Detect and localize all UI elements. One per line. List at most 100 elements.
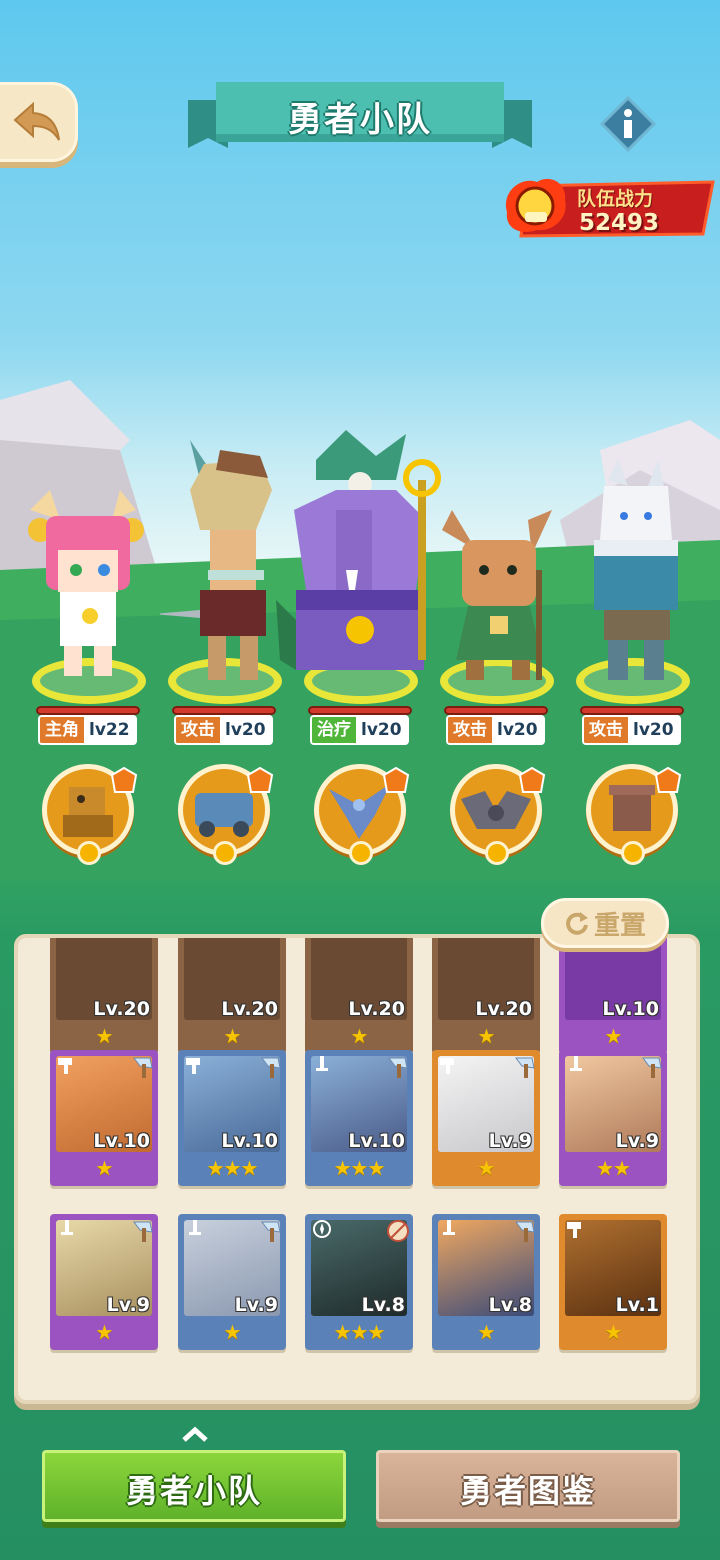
hero-card-stars: ★★	[596, 1156, 631, 1180]
hero-level: lv20	[628, 717, 679, 743]
hero-slot-5[interactable]: 攻击 lv20	[568, 420, 698, 750]
info-icon	[599, 95, 657, 153]
hero-role-tag: 攻击 lv20	[446, 715, 545, 745]
hero-card[interactable]: Lv.9 ★★	[559, 1050, 667, 1186]
tab-hero-team[interactable]: 勇者小队	[42, 1450, 346, 1522]
hero-level: lv20	[220, 717, 271, 743]
hp-bar	[172, 706, 276, 715]
hero-card-level: Lv.20	[475, 998, 532, 1020]
pet-slot-4[interactable]	[450, 764, 545, 865]
tab-hero-codex-label: 勇者图鉴	[459, 1472, 596, 1510]
sword-class-icon	[61, 1220, 73, 1235]
hero-card[interactable]: Lv.9 ★	[50, 1214, 158, 1350]
hero-card-level: Lv.20	[221, 998, 278, 1020]
hero-role: 攻击	[176, 717, 220, 743]
axe-icon	[515, 1221, 535, 1242]
hero-card-level: Lv.9	[106, 1294, 150, 1316]
tab-hero-codex[interactable]: 勇者图鉴	[376, 1450, 680, 1522]
axe-icon	[642, 1057, 662, 1078]
hero-card-stars: ★	[477, 1320, 496, 1344]
hammer-class-icon	[567, 1222, 581, 1238]
hp-bar	[36, 706, 140, 715]
hero-role-tag: 攻击 lv20	[582, 715, 681, 745]
upgrade-badge-icon	[111, 767, 137, 793]
target-icon	[387, 1220, 409, 1242]
hero-card-level: Lv.8	[488, 1294, 532, 1316]
hero-card-level: Lv.10	[93, 1130, 150, 1152]
hero-card[interactable]: Lv.20 ★	[432, 938, 540, 1054]
compass-class-icon	[313, 1220, 331, 1238]
pet-slot-1[interactable]	[42, 764, 137, 865]
hero-card[interactable]: Lv.8 ★★★	[305, 1214, 413, 1350]
upgrade-badge-icon	[247, 767, 273, 793]
hero-card-level: Lv.20	[93, 998, 150, 1020]
upgrade-badge-icon	[383, 767, 409, 793]
title-banner: 勇者小队	[188, 82, 532, 154]
hero-card[interactable]: Lv.20 ★	[178, 938, 286, 1054]
hammer-class-icon	[186, 1058, 200, 1074]
reset-label: 重置	[593, 910, 646, 941]
hero-card[interactable]: Lv.10 ★	[559, 938, 667, 1054]
hero-card[interactable]: Lv.10 ★★★	[178, 1050, 286, 1186]
sword-class-icon	[189, 1220, 201, 1235]
hero-slot-3[interactable]: 治疗 lv20	[276, 420, 441, 750]
hero-card-stars: ★	[223, 1024, 242, 1048]
hero-card[interactable]: Lv.9 ★	[432, 1050, 540, 1186]
hero-card[interactable]: Lv.9 ★	[178, 1214, 286, 1350]
hero-portrait-fox-ranger	[442, 510, 552, 680]
hp-bar	[444, 706, 548, 715]
axe-icon	[133, 1057, 153, 1078]
hero-card-stars: ★	[604, 1024, 623, 1048]
hp-bar	[308, 706, 412, 715]
hero-card-level: Lv.9	[234, 1294, 278, 1316]
hero-card-stars: ★★★	[333, 1156, 386, 1180]
sword-class-icon	[570, 1056, 582, 1071]
sword-class-icon	[443, 1220, 455, 1235]
info-button[interactable]	[599, 95, 657, 153]
hero-card-stars: ★★★	[333, 1320, 386, 1344]
hero-portrait-lynx-rogue	[160, 440, 272, 680]
hero-slot-1[interactable]: 主角 lv22	[24, 420, 154, 750]
axe-icon	[261, 1057, 281, 1078]
hero-portrait-elephant-healer	[276, 430, 441, 670]
hero-card-level: Lv.8	[361, 1294, 405, 1316]
reset-button[interactable]: 重置	[541, 898, 669, 948]
hero-level: lv22	[84, 717, 135, 743]
swap-arrow-icon	[213, 841, 237, 865]
hero-portrait-fox-girl	[28, 490, 144, 676]
upgrade-badge-icon	[655, 767, 681, 793]
pet-slot-5[interactable]	[586, 764, 681, 865]
hero-slot-2[interactable]: 攻击 lv20	[160, 420, 290, 750]
axe-icon	[388, 1057, 408, 1078]
pet-slot-3[interactable]	[314, 764, 409, 865]
hero-card-level: Lv.9	[488, 1130, 532, 1152]
sword-class-icon	[316, 1056, 328, 1071]
hero-card-level: Lv.10	[602, 998, 659, 1020]
page-title: 勇者小队	[288, 100, 432, 140]
team-power-label: 队伍战力	[577, 188, 654, 210]
back-button[interactable]	[0, 82, 78, 162]
hero-card[interactable]: Lv.8 ★	[432, 1214, 540, 1350]
tab-hero-team-label: 勇者小队	[125, 1472, 262, 1510]
hero-card[interactable]: Lv.1 ★	[559, 1214, 667, 1350]
hero-card-level: Lv.10	[348, 1130, 405, 1152]
axe-icon	[133, 1221, 153, 1242]
hero-card-level: Lv.10	[221, 1130, 278, 1152]
hero-level: lv20	[492, 717, 543, 743]
team-power-badge: 队伍战力 52493	[497, 172, 717, 244]
hero-card[interactable]: Lv.20 ★	[305, 938, 413, 1054]
hero-slot-4[interactable]: 攻击 lv20	[432, 420, 562, 750]
axe-icon	[515, 1057, 535, 1078]
hero-card-stars: ★★★	[206, 1156, 259, 1180]
refresh-icon	[566, 912, 588, 935]
hero-card-level: Lv.1	[615, 1294, 659, 1316]
hero-card-level: Lv.20	[348, 998, 405, 1020]
hero-card[interactable]: Lv.10 ★	[50, 1050, 158, 1186]
hp-bar	[580, 706, 684, 715]
swap-arrow-icon	[349, 841, 373, 865]
hero-card[interactable]: Lv.10 ★★★	[305, 1050, 413, 1186]
team-power-value: 52493	[579, 210, 660, 236]
hero-card[interactable]: Lv.20 ★	[50, 938, 158, 1054]
pet-slot-2[interactable]	[178, 764, 273, 865]
hero-inventory-panel[interactable]: Lv.20 ★ Lv.20 ★ Lv.20 ★ Lv.20 ★ Lv.10 ★	[14, 934, 700, 1404]
